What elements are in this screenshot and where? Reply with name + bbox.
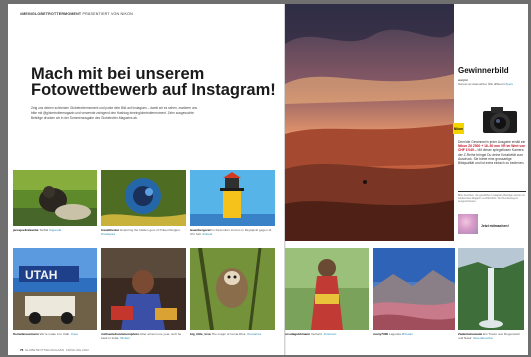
page-number: 76 [20,348,24,352]
photo-sloth [190,248,275,330]
post-text: Teriflal [39,228,49,232]
post-user: jarosjeeltrekantie [13,228,39,232]
post-caption-4: floriankreuzmann We're make it to Utah. … [13,332,97,336]
post-text: We're make it to Utah. [39,332,71,336]
post-hashtag: #vietnam [323,332,337,336]
photo-india [101,248,186,330]
svg-text:UTAH: UTAH [25,268,57,282]
photo-lagoon [373,248,455,330]
nikon-logo: Nikon [453,123,464,134]
post-text: Lagunita [389,332,401,336]
join-cta: Jetzt mitmachen! [481,224,509,228]
post-text: The magic of Costa Rica. [211,332,247,336]
post-caption-7: ursulagubhmann Verharrt. #vietnam [285,332,369,336]
post-caption-3: leuenbergoral Im Dezember sind es in Rey… [190,228,275,236]
photo-macro [101,170,186,226]
post-user: ursulagubhmann [285,332,311,336]
post-text: Verharrt. [310,332,323,336]
nikon-logo-text: Nikon [453,126,464,131]
winner-text: Sonnet at Hoarushine hills different [458,82,505,86]
kicker-hashtag: #MEINGLOBETROTTERMOMENT [20,12,82,16]
photo-utah: UTAH [13,248,97,330]
article-intro: Zeig uns deinen schönsten Globetrottermo… [31,106,198,120]
post-caption-2: travelthedoc Exploring the hidden gem of… [101,228,186,236]
photo-lighthouse [190,170,275,226]
post-hashtag: #costarica [247,332,262,336]
kicker-presenter: PRÄSENTIERT VON NIKON [81,12,133,16]
post-caption-1: jarosjeeltrekantie Teriflal #uganda [13,228,97,232]
prize-description: Dem/die Gewinner/in jeder Ausgabe erhält… [458,140,526,165]
post-text: Exploring the hidden gem of Pulau Pangko… [120,228,181,232]
section-kicker: #MEINGLOBETROTTERMOMENT PRÄSENTIERT VON … [20,12,133,16]
post-user: mony7330 [373,332,389,336]
photo-waterfall [458,248,524,330]
camera-image [479,105,523,137]
page-footer: 76 GLOBETROTTER-MAGAZIN FRÜHLING 2023 [20,348,89,352]
winner-photo [285,4,454,241]
post-caption-8: mony7330 Lagunita #bhutan [373,332,455,336]
post-caption-6: big_little_lova The magic of Costa Rica.… [190,332,275,336]
post-hashtag: #bhutan [401,332,413,336]
sidebar-title: Gewinnerbild [458,66,509,75]
photo-gorilla [13,170,97,226]
post-hashtag: #indien [120,336,131,340]
photo-vietnam [285,248,369,330]
winner-hashtag: #peru [505,82,514,86]
post-hashtag: #usa [71,332,78,336]
post-caption-9: Zadentalouzaule Ein Traum aus Regenwald … [458,332,524,340]
contest-disclaimer: Bitte beachten: die gewählten Instagram-… [458,191,526,204]
post-user: floriankreuzmann [13,332,39,336]
publication-name: GLOBETROTTER-MAGAZIN [25,348,65,352]
post-hashtag: #island [202,232,213,236]
flower-thumbnail [458,214,478,234]
post-user: big_little_lova [190,332,211,336]
post-hashtag: #malaysia [101,232,115,236]
winner-caption: warjint Sonnet at Hoarushine hills differ… [458,78,524,86]
article-headline: Mach mit bei unserem Fotowettbewerb auf … [31,65,276,99]
post-caption-5: michaelsdreammemphoto After almost one y… [101,332,186,340]
issue-season: FRÜHLING 2023 [65,348,89,352]
post-hashtag: #uganda [49,228,62,232]
post-hashtag: #suedamerika [473,336,493,340]
